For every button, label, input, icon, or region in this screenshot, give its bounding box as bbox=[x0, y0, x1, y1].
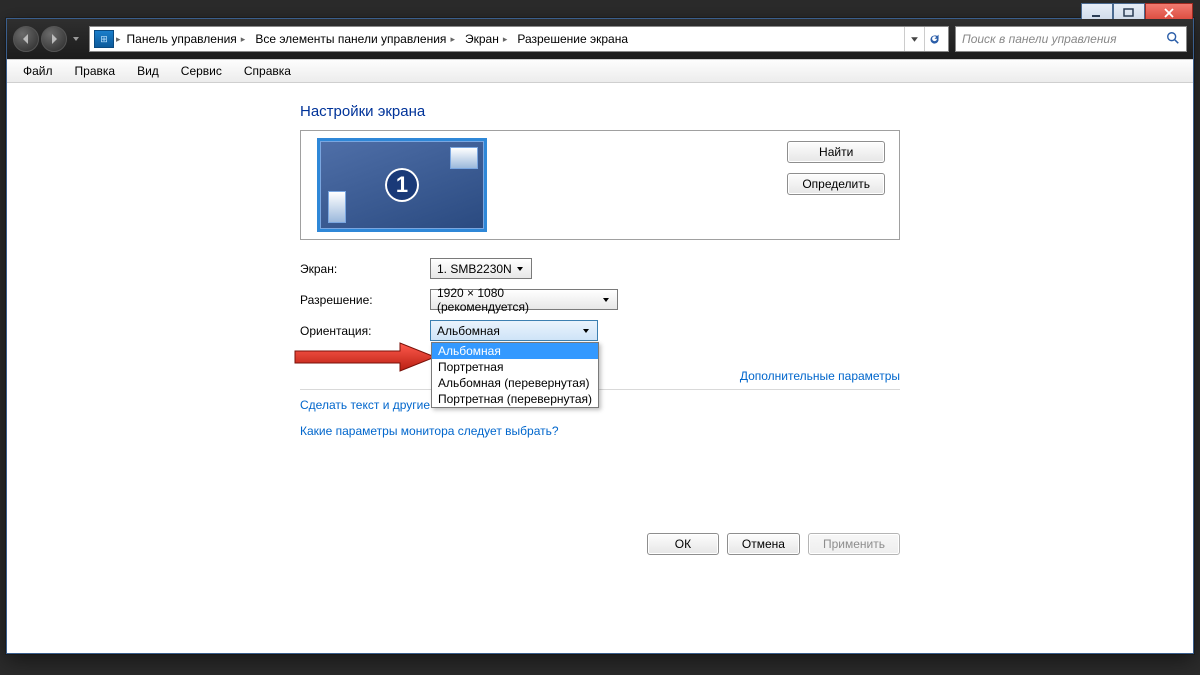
refresh-button[interactable] bbox=[924, 27, 944, 51]
search-placeholder: Поиск в панели управления bbox=[962, 32, 1117, 46]
cancel-button[interactable]: Отмена bbox=[727, 533, 800, 555]
identify-button[interactable]: Определить bbox=[787, 173, 885, 195]
history-dropdown[interactable] bbox=[69, 26, 83, 52]
preview-window-icon bbox=[328, 191, 346, 223]
menu-help[interactable]: Справка bbox=[234, 62, 301, 80]
content-pane: Настройки экрана 1 Найти Определить Экра… bbox=[8, 83, 1192, 652]
breadcrumb-item[interactable]: Все элементы панели управления▸ bbox=[251, 27, 459, 51]
back-button[interactable] bbox=[13, 26, 39, 52]
menu-edit[interactable]: Правка bbox=[65, 62, 126, 80]
breadcrumb[interactable]: ⊞ ▸ Панель управления▸ Все элементы пане… bbox=[89, 26, 949, 52]
detect-button[interactable]: Найти bbox=[787, 141, 885, 163]
resolution-label: Разрешение: bbox=[300, 293, 430, 307]
dialog-buttons: ОК Отмена Применить bbox=[300, 533, 900, 555]
which-monitor-link[interactable]: Какие параметры монитора следует выбрать… bbox=[300, 424, 900, 438]
advanced-settings-link[interactable]: Дополнительные параметры bbox=[740, 369, 900, 383]
orientation-dropdown-list: Альбомная Портретная Альбомная (переверн… bbox=[431, 342, 599, 408]
preview-window-icon bbox=[450, 147, 478, 169]
breadcrumb-item[interactable]: Разрешение экрана bbox=[513, 27, 632, 51]
search-icon bbox=[1166, 31, 1180, 48]
display-select[interactable]: 1. SMB2230N bbox=[430, 258, 532, 279]
control-panel-window: ⊞ ▸ Панель управления▸ Все элементы пане… bbox=[6, 18, 1194, 654]
breadcrumb-item[interactable]: Панель управления▸ bbox=[123, 27, 250, 51]
text-size-link[interactable]: Сделать текст и другие bbox=[300, 398, 900, 412]
chevron-down-icon bbox=[598, 290, 613, 309]
chevron-down-icon bbox=[512, 259, 527, 278]
ok-button[interactable]: ОК bbox=[647, 533, 719, 555]
orientation-option[interactable]: Альбомная bbox=[432, 343, 598, 359]
orientation-option[interactable]: Портретная bbox=[432, 359, 598, 375]
menu-file[interactable]: Файл bbox=[13, 62, 63, 80]
apply-button[interactable]: Применить bbox=[808, 533, 900, 555]
search-input[interactable]: Поиск в панели управления bbox=[955, 26, 1187, 52]
page-title: Настройки экрана bbox=[300, 103, 900, 120]
menu-tools[interactable]: Сервис bbox=[171, 62, 232, 80]
breadcrumb-item[interactable]: Экран▸ bbox=[461, 27, 511, 51]
address-bar: ⊞ ▸ Панель управления▸ Все элементы пане… bbox=[7, 19, 1193, 59]
orientation-option[interactable]: Альбомная (перевернутая) bbox=[432, 375, 598, 391]
display-preview: 1 Найти Определить bbox=[300, 130, 900, 240]
menu-view[interactable]: Вид bbox=[127, 62, 169, 80]
breadcrumb-dropdown[interactable] bbox=[904, 27, 924, 51]
menu-bar: Файл Правка Вид Сервис Справка bbox=[7, 59, 1193, 83]
control-panel-icon: ⊞ bbox=[94, 30, 114, 48]
monitor-thumbnail[interactable]: 1 bbox=[317, 138, 487, 232]
orientation-select[interactable]: Альбомная Альбомная Портретная Альбомная… bbox=[430, 320, 598, 341]
display-label: Экран: bbox=[300, 262, 430, 276]
chevron-down-icon bbox=[578, 321, 593, 340]
forward-button[interactable] bbox=[41, 26, 67, 52]
orientation-label: Ориентация: bbox=[300, 324, 430, 338]
orientation-option[interactable]: Портретная (перевернутая) bbox=[432, 391, 598, 407]
monitor-number: 1 bbox=[385, 168, 419, 202]
divider bbox=[300, 389, 900, 390]
resolution-select[interactable]: 1920 × 1080 (рекомендуется) bbox=[430, 289, 618, 310]
